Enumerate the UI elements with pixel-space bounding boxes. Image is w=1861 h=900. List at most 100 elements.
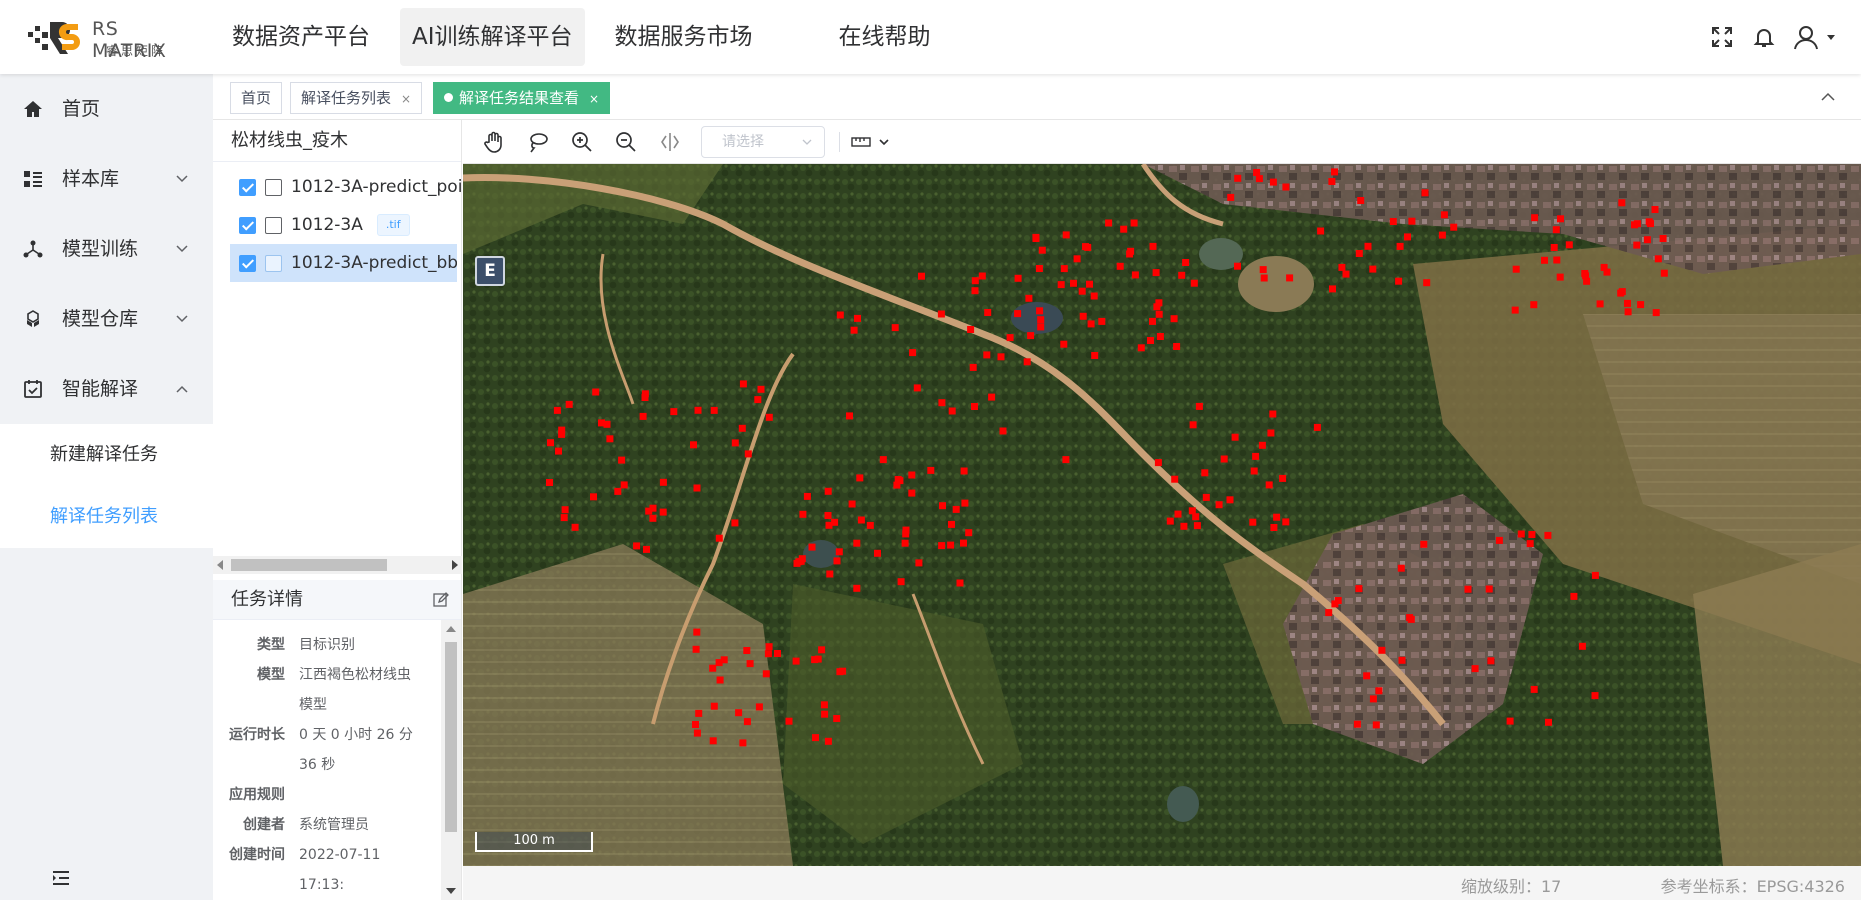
- detection-marker[interactable]: [755, 703, 763, 711]
- detection-marker[interactable]: [614, 487, 622, 495]
- detection-marker[interactable]: [754, 396, 762, 404]
- detection-marker[interactable]: [603, 420, 611, 428]
- detection-marker[interactable]: [948, 407, 956, 415]
- detection-marker[interactable]: [908, 489, 916, 497]
- detection-marker[interactable]: [939, 502, 946, 510]
- detection-marker[interactable]: [891, 324, 899, 332]
- detection-marker[interactable]: [846, 412, 853, 420]
- detection-marker[interactable]: [1116, 262, 1124, 270]
- detection-marker[interactable]: [1654, 255, 1662, 263]
- tab-task-result[interactable]: 解译任务结果查看 ×: [433, 82, 611, 114]
- detection-marker[interactable]: [1171, 475, 1179, 483]
- detection-marker[interactable]: [812, 734, 819, 742]
- detection-marker[interactable]: [1149, 242, 1157, 250]
- detection-marker[interactable]: [1270, 524, 1278, 531]
- detection-marker[interactable]: [1220, 455, 1228, 463]
- scroll-left-icon[interactable]: [217, 560, 223, 570]
- detection-marker[interactable]: [1170, 315, 1178, 323]
- detection-marker[interactable]: [1090, 292, 1098, 300]
- layer-visibility-checkbox[interactable]: [239, 254, 256, 272]
- detection-marker[interactable]: [762, 670, 770, 678]
- detection-marker[interactable]: [709, 737, 717, 745]
- detection-marker[interactable]: [774, 650, 781, 657]
- detection-marker[interactable]: [1329, 285, 1336, 293]
- detection-marker[interactable]: [590, 493, 597, 501]
- layer-visibility-checkbox[interactable]: [239, 178, 256, 196]
- detection-marker[interactable]: [1149, 317, 1156, 325]
- close-icon[interactable]: ×: [401, 92, 411, 106]
- fullscreen-icon[interactable]: [1707, 22, 1737, 52]
- detection-marker[interactable]: [857, 516, 865, 524]
- detection-marker[interactable]: [1544, 531, 1552, 539]
- detection-marker[interactable]: [826, 570, 834, 578]
- detection-marker[interactable]: [1269, 410, 1277, 418]
- detection-marker[interactable]: [785, 717, 793, 725]
- detection-marker[interactable]: [670, 408, 678, 416]
- detection-marker[interactable]: [715, 534, 723, 542]
- detection-marker[interactable]: [1057, 281, 1065, 289]
- layer-item-selected[interactable]: 1012-3A-predict_bbox: [230, 244, 457, 282]
- detection-marker[interactable]: [1530, 301, 1538, 309]
- zoom-out-icon[interactable]: [613, 129, 639, 155]
- detection-marker[interactable]: [746, 660, 754, 668]
- detection-marker[interactable]: [1624, 308, 1632, 316]
- sidebar-collapse-icon[interactable]: [52, 870, 70, 886]
- detection-marker[interactable]: [879, 456, 887, 464]
- detection-marker[interactable]: [1591, 571, 1599, 579]
- detection-marker[interactable]: [1154, 459, 1162, 467]
- detection-marker[interactable]: [1331, 168, 1338, 176]
- detection-marker[interactable]: [1006, 334, 1014, 342]
- detection-marker[interactable]: [1357, 197, 1365, 204]
- detection-marker[interactable]: [1226, 496, 1234, 504]
- detection-marker[interactable]: [1060, 340, 1068, 348]
- detection-marker[interactable]: [592, 388, 600, 396]
- detection-marker[interactable]: [1342, 270, 1350, 278]
- detection-marker[interactable]: [1250, 467, 1258, 475]
- detection-marker[interactable]: [821, 710, 829, 718]
- detection-marker[interactable]: [1273, 513, 1281, 521]
- detection-marker[interactable]: [693, 729, 701, 737]
- detection-marker[interactable]: [1131, 271, 1139, 279]
- detection-marker[interactable]: [1353, 720, 1361, 728]
- detection-marker[interactable]: [836, 668, 844, 676]
- layer-select-checkbox[interactable]: [265, 254, 282, 272]
- detection-marker[interactable]: [693, 484, 701, 492]
- detection-marker[interactable]: [738, 424, 746, 432]
- detection-marker[interactable]: [1556, 273, 1564, 281]
- detection-marker[interactable]: [1464, 585, 1472, 593]
- detection-marker[interactable]: [1531, 214, 1539, 222]
- nav-online-help[interactable]: 在线帮助: [827, 8, 943, 66]
- detection-marker[interactable]: [1282, 518, 1290, 526]
- detection-marker[interactable]: [692, 721, 699, 728]
- detection-marker[interactable]: [1600, 263, 1608, 271]
- detection-marker[interactable]: [918, 272, 925, 280]
- detection-marker[interactable]: [620, 481, 628, 489]
- detection-marker[interactable]: [1120, 225, 1128, 233]
- detection-marker[interactable]: [1395, 277, 1403, 285]
- detection-marker[interactable]: [984, 309, 992, 316]
- detection-marker[interactable]: [765, 643, 773, 651]
- detection-marker[interactable]: [1086, 280, 1093, 288]
- detection-marker[interactable]: [1036, 307, 1044, 315]
- detection-marker[interactable]: [1078, 287, 1086, 295]
- detection-marker[interactable]: [743, 718, 751, 726]
- detection-marker[interactable]: [1541, 256, 1548, 264]
- detection-marker[interactable]: [1060, 265, 1068, 273]
- detection-marker[interactable]: [988, 393, 996, 401]
- detection-marker[interactable]: [1652, 309, 1660, 317]
- detection-marker[interactable]: [1378, 646, 1386, 654]
- detection-marker[interactable]: [1578, 642, 1586, 650]
- detection-marker[interactable]: [1363, 672, 1371, 680]
- detection-marker[interactable]: [1528, 531, 1536, 538]
- detection-marker[interactable]: [960, 467, 968, 475]
- detection-marker[interactable]: [896, 477, 904, 485]
- detection-marker[interactable]: [971, 277, 979, 285]
- detection-marker[interactable]: [1267, 429, 1275, 437]
- detection-marker[interactable]: [1338, 263, 1346, 271]
- detection-marker[interactable]: [1440, 211, 1448, 219]
- detection-marker[interactable]: [1364, 242, 1372, 250]
- detection-marker[interactable]: [735, 709, 743, 717]
- detection-marker[interactable]: [820, 701, 828, 709]
- detection-marker[interactable]: [1155, 310, 1163, 318]
- detection-marker[interactable]: [1255, 175, 1263, 183]
